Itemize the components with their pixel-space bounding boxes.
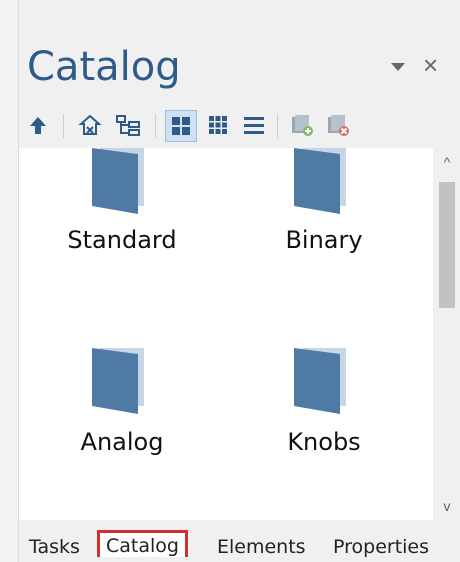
catalog-panel: Catalog × Standard Binary Analog Knobs ^… (18, 0, 460, 562)
item-label: Analog (80, 428, 164, 456)
item-label: Standard (67, 226, 177, 254)
catalog-item-standard[interactable]: Standard (27, 148, 217, 308)
small-icons-view-icon[interactable] (203, 110, 233, 140)
item-label: Binary (285, 226, 363, 254)
add-element-icon[interactable] (287, 110, 317, 140)
scroll-up-icon[interactable]: ^ (433, 148, 460, 176)
close-icon[interactable]: × (423, 50, 438, 81)
panel-title: Catalog (27, 44, 181, 90)
folder-icon (294, 348, 354, 418)
tab-properties[interactable]: Properties (333, 536, 429, 558)
scroll-thumb[interactable] (439, 182, 455, 308)
toolbar-separator (63, 114, 64, 138)
folder-icon (92, 148, 152, 218)
tab-catalog[interactable]: Catalog (97, 530, 188, 557)
tree-view-icon[interactable] (113, 110, 143, 140)
catalog-toolbar (19, 104, 460, 146)
vertical-scrollbar[interactable]: ^ v (433, 148, 460, 520)
delete-element-icon[interactable] (323, 110, 353, 140)
toolbar-separator (155, 114, 156, 138)
panel-header: Catalog × (27, 42, 457, 94)
up-arrow-icon[interactable] (23, 110, 53, 140)
toolbar-separator (277, 114, 278, 138)
home-icon[interactable] (75, 110, 105, 140)
tab-elements[interactable]: Elements (217, 536, 306, 558)
item-label: Knobs (287, 428, 361, 456)
large-icons-view-icon[interactable] (165, 110, 197, 142)
catalog-item-analog[interactable]: Analog (27, 348, 217, 508)
caret-down-icon[interactable] (389, 58, 407, 79)
list-view-icon[interactable] (239, 110, 269, 140)
catalog-content: Standard Binary Analog Knobs (19, 148, 433, 520)
folder-icon (294, 148, 354, 218)
tab-tasks[interactable]: Tasks (29, 536, 80, 558)
bottom-tabs: Tasks Catalog Elements Properties (19, 520, 460, 562)
catalog-item-knobs[interactable]: Knobs (229, 348, 419, 508)
scroll-down-icon[interactable]: v (433, 492, 460, 520)
catalog-item-binary[interactable]: Binary (229, 148, 419, 308)
folder-icon (92, 348, 152, 418)
